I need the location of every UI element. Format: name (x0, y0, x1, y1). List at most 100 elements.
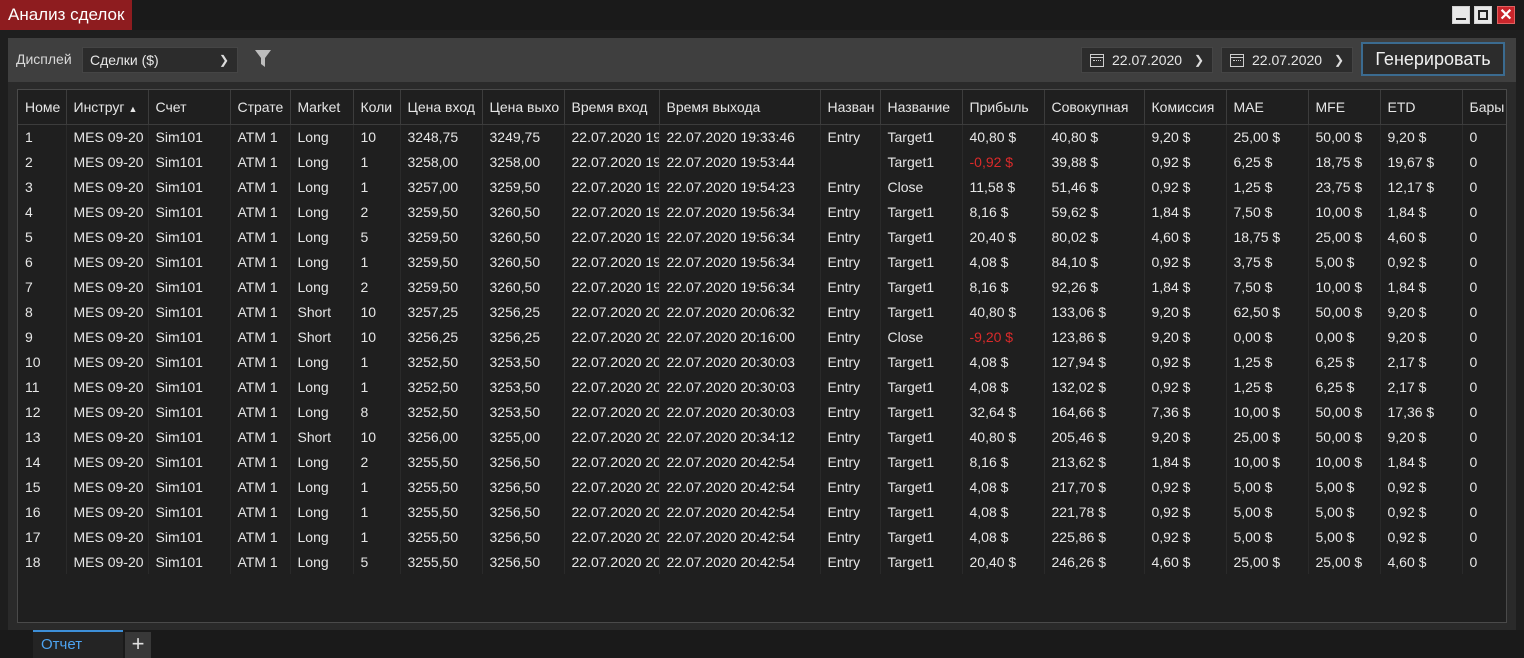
tab-report[interactable]: Отчет (33, 630, 123, 658)
trades-grid[interactable]: Номе Инструг ▲ Счет Страте Market Коли Цена вхо… (17, 89, 1507, 623)
table-cell: 9,20 $ (1380, 124, 1463, 149)
table-row[interactable]: 4 MES 09-20 Sim101 ATM 1 Long 2 3259,50 3260,50… (18, 199, 1506, 224)
column-header[interactable]: Время выхода (659, 90, 821, 125)
column-header[interactable]: Название (880, 90, 963, 125)
table-row[interactable]: 12 MES 09-20 Sim101 ATM 1 Long 8 3252,50 3253,5… (18, 399, 1506, 424)
maximize-button[interactable] (1474, 6, 1492, 24)
close-button[interactable]: ✕ (1497, 6, 1515, 24)
column-header[interactable]: ETD (1380, 90, 1463, 125)
table-cell: 3256,25 (482, 324, 565, 349)
column-header[interactable]: MFE (1308, 90, 1381, 125)
table-cell: MES 09-20 (66, 299, 149, 324)
column-header[interactable]: Цена вход (400, 90, 483, 125)
table-row[interactable]: 14 MES 09-20 Sim101 ATM 1 Long 2 3255,50 3256,5… (18, 449, 1506, 474)
table-cell: 5,00 $ (1226, 499, 1309, 524)
table-cell: 2 (353, 274, 401, 299)
table-cell: 11,58 $ (962, 174, 1045, 199)
add-tab-button[interactable]: + (125, 632, 151, 658)
table-cell: 10,00 $ (1308, 449, 1381, 474)
column-header[interactable]: Совокупная (1044, 90, 1145, 125)
table-cell: Sim101 (148, 299, 231, 324)
table-row[interactable]: 5 MES 09-20 Sim101 ATM 1 Long 5 3259,50 3260,50… (18, 224, 1506, 249)
table-cell: 22.07.2020 19:33:46 (659, 124, 821, 149)
column-header[interactable]: Прибыль (962, 90, 1045, 125)
table-cell: MES 09-20 (66, 174, 149, 199)
table-cell: 0,00 $ (1308, 324, 1381, 349)
generate-button[interactable]: Генерировать (1361, 42, 1505, 76)
table-cell: 22.07.2020 19:56:34 (564, 249, 660, 274)
column-header[interactable]: MAE (1226, 90, 1309, 125)
table-cell: 4,08 $ (962, 374, 1045, 399)
table-row[interactable]: 13 MES 09-20 Sim101 ATM 1 Short 10 3256,00 3255… (18, 424, 1506, 449)
column-header[interactable]: Страте (230, 90, 291, 125)
table-cell: Long (290, 149, 354, 174)
table-cell: 4,08 $ (962, 524, 1045, 549)
table-cell: 0,92 $ (1144, 349, 1227, 374)
table-row[interactable]: 6 MES 09-20 Sim101 ATM 1 Long 1 3259,50 3260,50… (18, 249, 1506, 274)
table-cell: 50,00 $ (1308, 399, 1381, 424)
table-row[interactable]: 3 MES 09-20 Sim101 ATM 1 Long 1 3257,00 3259,50… (18, 174, 1506, 199)
table-cell: 5,00 $ (1308, 249, 1381, 274)
table-cell: ATM 1 (230, 449, 291, 474)
table-cell: 84,10 $ (1044, 249, 1145, 274)
table-cell: 14 (18, 449, 67, 474)
table-row[interactable]: 7 MES 09-20 Sim101 ATM 1 Long 2 3259,50 3260,50… (18, 274, 1506, 299)
column-header[interactable]: Счет (148, 90, 231, 125)
table-row[interactable]: 10 MES 09-20 Sim101 ATM 1 Long 1 3252,50 3253,5… (18, 349, 1506, 374)
table-cell: 22.07.2020 20:30:03 (659, 399, 821, 424)
display-select[interactable]: Сделки ($) ❯ (82, 47, 238, 73)
table-row[interactable]: 1 MES 09-20 Sim101 ATM 1 Long 10 3248,75 3249,7… (18, 124, 1506, 149)
table-cell: 12,17 $ (1380, 174, 1463, 199)
table-cell: 11 (18, 374, 67, 399)
column-header[interactable]: Комиссия (1144, 90, 1227, 125)
table-cell: Sim101 (148, 174, 231, 199)
table-cell: Target1 (880, 299, 963, 324)
table-row[interactable]: 15 MES 09-20 Sim101 ATM 1 Long 1 3255,50 3256,5… (18, 474, 1506, 499)
table-cell: 3253,50 (482, 349, 565, 374)
filter-icon[interactable] (254, 48, 272, 70)
column-header[interactable]: Цена выхо (482, 90, 565, 125)
table-cell: Target1 (880, 149, 963, 174)
table-cell: MES 09-20 (66, 499, 149, 524)
table-cell: 22.07.2020 20:16:00 (564, 324, 660, 349)
table-cell: 22.07.2020 19:56:34 (659, 274, 821, 299)
table-cell: Long (290, 399, 354, 424)
table-row[interactable]: 9 MES 09-20 Sim101 ATM 1 Short 10 3256,25 3256,… (18, 324, 1506, 349)
table-row[interactable]: 18 MES 09-20 Sim101 ATM 1 Long 5 3255,50 3256,5… (18, 549, 1506, 574)
table-cell: Long (290, 224, 354, 249)
column-header[interactable]: Номе (18, 90, 67, 125)
table-cell: 3256,25 (400, 324, 483, 349)
column-header[interactable]: Market (290, 90, 354, 125)
table-cell: Sim101 (148, 499, 231, 524)
column-header[interactable]: Бары (1462, 90, 1506, 125)
table-cell: Sim101 (148, 224, 231, 249)
table-row[interactable]: 16 MES 09-20 Sim101 ATM 1 Long 1 3255,50 3256,5… (18, 499, 1506, 524)
table-cell: 32,64 $ (962, 399, 1045, 424)
column-header[interactable]: Инструг ▲ (66, 90, 149, 125)
column-header[interactable]: Назван (820, 90, 881, 125)
table-row[interactable]: 8 MES 09-20 Sim101 ATM 1 Short 10 3257,25 3256,… (18, 299, 1506, 324)
date-to-picker[interactable]: 22.07.2020 ❯ (1221, 47, 1353, 73)
table-cell: Entry (820, 299, 881, 324)
table-row[interactable]: 2 MES 09-20 Sim101 ATM 1 Long 1 3258,00 3258,00… (18, 149, 1506, 174)
column-header[interactable]: Время вход (564, 90, 660, 125)
table-cell: MES 09-20 (66, 274, 149, 299)
table-cell: 22.07.2020 20:30:03 (564, 349, 660, 374)
table-cell: 246,26 $ (1044, 549, 1145, 574)
date-to-value: 22.07.2020 (1252, 52, 1323, 68)
table-row[interactable]: 17 MES 09-20 Sim101 ATM 1 Long 1 3255,50 3256,5… (18, 524, 1506, 549)
maximize-icon (1478, 10, 1488, 20)
table-cell: 50,00 $ (1308, 124, 1381, 149)
table-cell: 50,00 $ (1308, 424, 1381, 449)
table-cell: 3257,25 (400, 299, 483, 324)
table-cell: 3255,50 (400, 449, 483, 474)
table-cell: 2 (18, 149, 67, 174)
minimize-button[interactable] (1452, 6, 1470, 24)
bottom-tab-bar: Отчет + (0, 630, 1524, 658)
date-from-picker[interactable]: 22.07.2020 ❯ (1081, 47, 1213, 73)
column-header[interactable]: Коли (353, 90, 401, 125)
table-cell: Target1 (880, 499, 963, 524)
column-header-label: Бары (1469, 98, 1505, 115)
table-row[interactable]: 11 MES 09-20 Sim101 ATM 1 Long 1 3252,50 3253,5… (18, 374, 1506, 399)
table-cell: 9,20 $ (1380, 424, 1463, 449)
